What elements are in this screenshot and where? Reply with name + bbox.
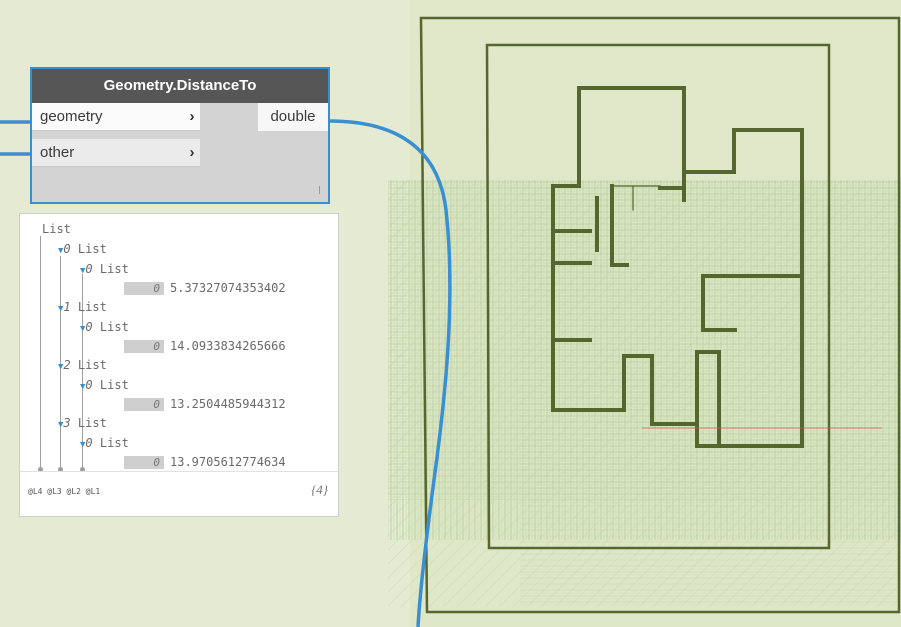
sub-list-index: 0 xyxy=(85,320,93,334)
grid-hatch xyxy=(388,180,901,607)
value-index-badge: 0 xyxy=(124,282,164,295)
list-item[interactable]: ▼0 List xyxy=(58,242,107,258)
sub-list-index: 0 xyxy=(85,436,93,450)
preview-footer: @L4 @L3 @L2 @L1 {4} xyxy=(20,471,338,516)
list-item[interactable]: ▼2 List xyxy=(58,358,107,374)
output-port-double[interactable]: double xyxy=(258,103,328,131)
list-item-label: List xyxy=(77,242,107,256)
value-index-badge: 0 xyxy=(124,398,164,411)
list-item-label: List xyxy=(77,300,107,314)
sub-list-item[interactable]: ▼0 List xyxy=(80,436,129,452)
list-item-label: List xyxy=(77,358,107,372)
value-index-badge: 0 xyxy=(124,340,164,353)
list-levels[interactable]: @L4 @L3 @L2 @L1 xyxy=(28,487,100,496)
sub-list-item[interactable]: ▼0 List xyxy=(80,320,129,336)
sub-list-index: 0 xyxy=(85,378,93,392)
chevron-right-icon: › xyxy=(189,108,195,125)
value-row: 0 13.9705612774634 xyxy=(124,455,286,469)
value-row: 0 5.37327074353402 xyxy=(124,281,286,295)
node-title[interactable]: Geometry.DistanceTo xyxy=(32,69,328,103)
geometry-distanceto-node[interactable]: Geometry.DistanceTo geometry › other › d… xyxy=(30,67,330,204)
sub-list-label: List xyxy=(99,320,129,334)
sub-list-label: List xyxy=(99,378,129,392)
sub-list-label: List xyxy=(99,436,129,450)
value-index-badge: 0 xyxy=(124,456,164,469)
input-port-label: other xyxy=(40,144,75,161)
list-count: {4} xyxy=(311,482,328,497)
chevron-right-icon: › xyxy=(189,144,195,161)
sub-list-index: 0 xyxy=(85,262,93,276)
list-item-index: 2 xyxy=(63,358,71,372)
list-item[interactable]: ▼3 List xyxy=(58,416,107,432)
list-item-index: 1 xyxy=(63,300,71,314)
sub-list-item[interactable]: ▼0 List xyxy=(80,262,129,278)
value-text: 5.37327074353402 xyxy=(170,281,286,295)
list-tree: List ▼0 List ▼0 List 0 5.37327074353402 ▼… xyxy=(20,214,338,474)
sub-list-label: List xyxy=(99,262,129,276)
tree-guide-line xyxy=(40,236,41,469)
resize-grip-icon[interactable] xyxy=(319,186,320,194)
sub-list-item[interactable]: ▼0 List xyxy=(80,378,129,394)
input-port-label: geometry xyxy=(40,108,103,125)
list-item-index: 3 xyxy=(63,416,71,430)
value-row: 0 14.0933834265666 xyxy=(124,339,286,353)
list-root-label: List xyxy=(42,222,71,236)
input-port-geometry[interactable]: geometry › xyxy=(32,103,200,131)
list-item-label: List xyxy=(77,416,107,430)
list-item[interactable]: ▼1 List xyxy=(58,300,107,316)
list-item-index: 0 xyxy=(63,242,71,256)
watch-preview-panel[interactable]: List ▼0 List ▼0 List 0 5.37327074353402 ▼… xyxy=(19,213,339,517)
value-text: 13.2504485944312 xyxy=(170,397,286,411)
value-text: 13.9705612774634 xyxy=(170,455,286,469)
input-port-other[interactable]: other › xyxy=(32,139,200,167)
value-row: 0 13.2504485944312 xyxy=(124,397,286,411)
value-text: 14.0933834265666 xyxy=(170,339,286,353)
